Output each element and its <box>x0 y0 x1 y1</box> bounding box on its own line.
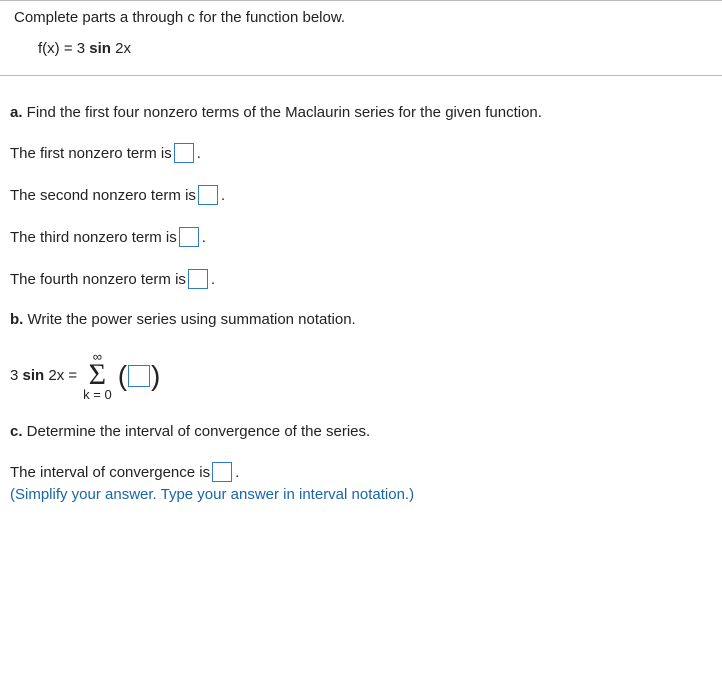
part-a-label: a. <box>10 104 23 121</box>
part-a-text: Find the first four nonzero terms of the… <box>23 104 542 121</box>
part-b-prompt: b. Write the power series using summatio… <box>10 311 712 328</box>
part-c-prompt: c. Determine the interval of convergence… <box>10 423 712 440</box>
part-a-prompt: a. Find the first four nonzero terms of … <box>10 104 712 121</box>
part-a-term2-row: The second nonzero term is . <box>10 185 712 205</box>
summation-row: 3 sin 2x = ∞ Σ k = 0 ( ) <box>10 350 712 401</box>
interval-period: . <box>235 464 239 481</box>
term4-label: The fourth nonzero term is <box>10 271 186 288</box>
part-b-label: b. <box>10 311 23 328</box>
sigma-icon: Σ <box>89 361 106 388</box>
interval-label: The interval of convergence is <box>10 464 210 481</box>
fn-prefix: f(x) = 3 <box>38 40 89 57</box>
function-definition: f(x) = 3 sin 2x <box>14 40 708 57</box>
part-a-term1-row: The first nonzero term is . <box>10 143 712 163</box>
summand-group: ( ) <box>118 365 161 387</box>
part-c-answer-row: The interval of convergence is . <box>10 462 712 482</box>
part-b-text: Write the power series using summation n… <box>23 311 355 328</box>
question-header: Complete parts a through c for the funct… <box>0 0 722 76</box>
term2-label: The second nonzero term is <box>10 187 196 204</box>
term4-period: . <box>211 271 215 288</box>
part-a-term4-row: The fourth nonzero term is . <box>10 269 712 289</box>
fn-suffix: 2x <box>111 40 131 57</box>
lhs-post: 2x = <box>44 367 77 384</box>
question-container: Complete parts a through c for the funct… <box>0 0 722 513</box>
part-c-hint: (Simplify your answer. Type your answer … <box>10 486 712 503</box>
term4-input[interactable] <box>188 269 208 289</box>
question-body: a. Find the first four nonzero terms of … <box>0 76 722 513</box>
term1-period: . <box>197 145 201 162</box>
interval-input[interactable] <box>212 462 232 482</box>
instruction-text: Complete parts a through c for the funct… <box>14 9 708 26</box>
part-a-term3-row: The third nonzero term is . <box>10 227 712 247</box>
term3-period: . <box>202 229 206 246</box>
term1-label: The first nonzero term is <box>10 145 172 162</box>
summation-lhs: 3 sin 2x = <box>10 367 77 384</box>
sigma-notation: ∞ Σ k = 0 <box>83 350 112 401</box>
fn-sin: sin <box>89 40 111 57</box>
sigma-lower-bound: k = 0 <box>83 388 112 401</box>
term2-input[interactable] <box>198 185 218 205</box>
term2-period: . <box>221 187 225 204</box>
term1-input[interactable] <box>174 143 194 163</box>
left-paren-icon: ( <box>118 366 127 386</box>
term3-label: The third nonzero term is <box>10 229 177 246</box>
part-c-label: c. <box>10 423 23 440</box>
part-c-text: Determine the interval of convergence of… <box>23 423 371 440</box>
summand-input[interactable] <box>128 365 150 387</box>
lhs-sin: sin <box>23 367 45 384</box>
lhs-pre: 3 <box>10 367 23 384</box>
right-paren-icon: ) <box>151 366 160 386</box>
term3-input[interactable] <box>179 227 199 247</box>
